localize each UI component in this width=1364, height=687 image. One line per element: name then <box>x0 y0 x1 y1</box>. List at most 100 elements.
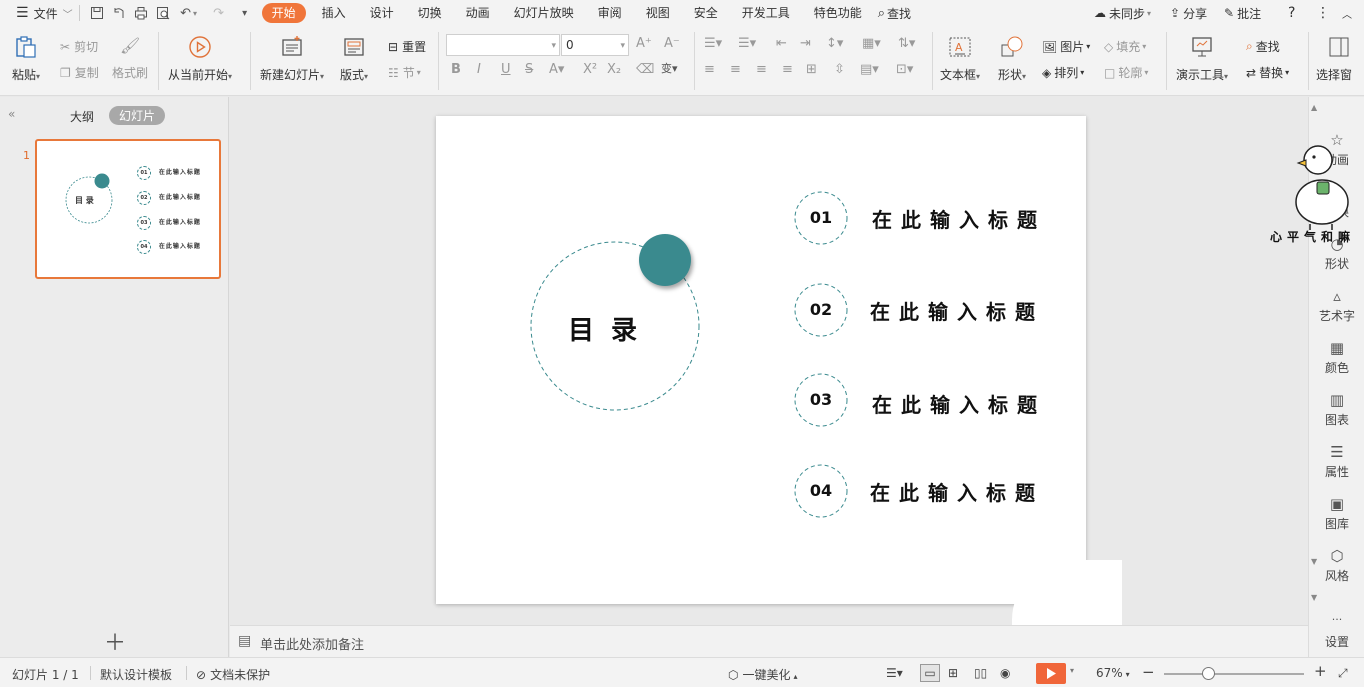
presenter-view-icon[interactable]: ◉ <box>1000 666 1010 680</box>
decrease-indent-icon[interactable]: ⇤ <box>776 36 787 51</box>
sidebar-item-properties[interactable]: ☰ 属性 <box>1309 443 1364 480</box>
tab-security[interactable]: 安全 <box>682 0 730 26</box>
help-icon[interactable]: ? <box>1288 0 1295 26</box>
reset-button[interactable]: ⊟ 重置 <box>388 38 426 55</box>
toc-item-number[interactable]: 02 <box>795 300 847 319</box>
zoom-slider-thumb[interactable] <box>1202 667 1215 680</box>
section-button[interactable]: ☷ 节 ▾ <box>388 64 421 81</box>
toc-title[interactable]: 目 录 <box>568 310 641 347</box>
tab-home[interactable]: 开始 <box>261 3 306 23</box>
beautify-button[interactable]: ⬡ 一键美化 ▴ <box>728 666 798 683</box>
print-icon[interactable] <box>130 2 152 24</box>
subscript-icon[interactable]: X₂ <box>607 62 621 77</box>
notes-toggle-icon[interactable]: ☰▾ <box>886 666 903 680</box>
tab-outline[interactable]: 大纲 <box>70 108 94 125</box>
numbered-list-icon[interactable]: ☰▾ <box>738 36 756 51</box>
paste-button[interactable]: 粘贴▾ <box>12 34 40 83</box>
font-color-icon[interactable]: A▾ <box>549 62 564 77</box>
zoom-level[interactable]: 67% ▾ <box>1096 666 1130 680</box>
bold-icon[interactable]: B <box>451 62 461 77</box>
bullet-list-icon[interactable]: ☰▾ <box>704 36 722 51</box>
zoom-slider-track[interactable] <box>1164 673 1304 675</box>
tab-animation[interactable]: 动画 <box>454 0 502 26</box>
sidebar-item-gallery[interactable]: ▣ 图库 <box>1309 495 1364 532</box>
sidebar-item-chart[interactable]: ▥ 图表 <box>1309 391 1364 428</box>
toc-item-number[interactable]: 01 <box>795 208 847 227</box>
fit-window-icon[interactable]: ⤢ <box>1338 666 1348 681</box>
normal-view-icon[interactable]: ▭ <box>920 664 940 682</box>
smartart-icon[interactable]: ⊡▾ <box>896 62 913 77</box>
template-name[interactable]: 默认设计模板 <box>100 666 172 683</box>
toc-item-number[interactable]: 03 <box>795 390 847 409</box>
vertical-align-icon[interactable]: ⇳ <box>834 62 845 77</box>
slide-thumbnail[interactable]: 目 录 01 在此输入标题 02 在此输入标题 03 在此输入标题 04 在此输… <box>35 139 221 279</box>
add-slide-button[interactable]: ＋ <box>104 625 126 657</box>
find-button[interactable]: ⌕ 查找 <box>1246 38 1280 55</box>
tab-review[interactable]: 审阅 <box>586 0 634 26</box>
sidebar-item-color[interactable]: ▦ 颜色 <box>1309 339 1364 376</box>
font-size-select[interactable]: 0 ▾ <box>561 34 629 56</box>
share-button[interactable]: ⇪ 分享 <box>1170 0 1207 26</box>
picture-button[interactable]: 🖼 图片 ▾ <box>1042 38 1090 55</box>
collapse-panel-icon[interactable]: « <box>8 107 15 121</box>
text-align-icon[interactable]: ▤▾ <box>860 62 879 77</box>
italic-icon[interactable]: I <box>477 62 481 77</box>
sidebar-item-settings[interactable]: ··· 设置 <box>1309 613 1364 650</box>
protection-status[interactable]: ⊘ 文档未保护 <box>196 666 270 683</box>
search-button[interactable]: ⌕ 查找 <box>878 0 911 26</box>
justify-icon[interactable]: ≡ <box>782 62 793 77</box>
play-slideshow-button[interactable] <box>1036 663 1066 684</box>
superscript-icon[interactable]: X² <box>583 62 597 77</box>
toc-item-title[interactable]: 在此输入标题 <box>870 477 1044 506</box>
slide-sorter-icon[interactable]: ⊞ <box>948 666 958 680</box>
fill-button[interactable]: ◇ 填充 ▾ <box>1104 38 1146 55</box>
align-right-icon[interactable]: ≡ <box>756 62 767 77</box>
arrange-button[interactable]: ◈ 排列 ▾ <box>1042 64 1084 81</box>
increase-font-icon[interactable]: A⁺ <box>636 36 652 51</box>
slide[interactable]: 目 录 01 在此输入标题 02 在此输入标题 03 在此输入标题 04 在此输… <box>436 116 1086 604</box>
font-family-select[interactable]: ▾ <box>446 34 560 56</box>
customize-toolbar-icon[interactable]: ▾ <box>234 2 256 24</box>
redo-icon[interactable]: ↷ <box>204 2 234 24</box>
scroll-down-icon[interactable]: ▼ <box>1311 593 1317 602</box>
collapse-ribbon-icon[interactable]: ︿ <box>1342 0 1352 26</box>
columns-icon[interactable]: ▦▾ <box>862 36 881 51</box>
outline-button[interactable]: □ 轮廓 ▾ <box>1104 64 1148 81</box>
cut-button[interactable]: ✂ 剪切 <box>60 38 98 55</box>
strikethrough-icon[interactable]: S <box>525 62 533 77</box>
tab-transitions[interactable]: 切换 <box>406 0 454 26</box>
new-slide-button[interactable]: 新建幻灯片▾ <box>260 34 324 83</box>
present-tools-button[interactable]: 演示工具▾ <box>1176 34 1228 83</box>
toc-item-title[interactable]: 在此输入标题 <box>872 204 1046 233</box>
zoom-out-button[interactable]: − <box>1142 663 1155 681</box>
eraser-icon[interactable]: ⌫ <box>636 62 654 77</box>
undo-icon[interactable]: ↶ ▾ <box>174 2 204 24</box>
toc-item-title[interactable]: 在此输入标题 <box>870 296 1044 325</box>
tab-design[interactable]: 设计 <box>358 0 406 26</box>
toc-item-number[interactable]: 04 <box>795 481 847 500</box>
textbox-button[interactable]: A 文本框▾ <box>940 34 980 83</box>
decrease-font-icon[interactable]: A⁻ <box>664 36 680 51</box>
file-menu[interactable]: ☰ 文件 ﹀ <box>16 0 73 26</box>
comment-button[interactable]: ✎ 批注 <box>1224 0 1261 26</box>
increase-indent-icon[interactable]: ⇥ <box>800 36 811 51</box>
scroll-up-icon[interactable]: ▲ <box>1311 103 1317 112</box>
shape-button[interactable]: 形状▾ <box>998 34 1026 83</box>
line-spacing-icon[interactable]: ↕▾ <box>826 36 843 51</box>
format-painter-button[interactable]: 格式刷 <box>112 64 148 81</box>
notes-area[interactable]: ▤ 单击此处添加备注 <box>230 625 1308 657</box>
save-icon[interactable] <box>86 2 108 24</box>
tab-developer[interactable]: 开发工具 <box>730 0 802 26</box>
play-from-current-button[interactable]: 从当前开始▾ <box>168 34 232 83</box>
tab-view[interactable]: 视图 <box>634 0 682 26</box>
print-preview-icon[interactable] <box>152 2 174 24</box>
copy-button[interactable]: ❐ 复制 <box>60 64 99 81</box>
tab-insert[interactable]: 插入 <box>310 0 358 26</box>
pinyin-icon[interactable]: 变▾ <box>661 60 678 76</box>
align-left-icon[interactable]: ≡ <box>704 62 715 77</box>
undo-history-icon[interactable] <box>108 2 130 24</box>
layout-button[interactable]: 版式▾ <box>340 34 368 83</box>
tab-special[interactable]: 特色功能 <box>802 0 874 26</box>
tab-slides[interactable]: 幻灯片 <box>109 106 166 125</box>
more-icon[interactable]: ⋮ <box>1316 0 1330 26</box>
